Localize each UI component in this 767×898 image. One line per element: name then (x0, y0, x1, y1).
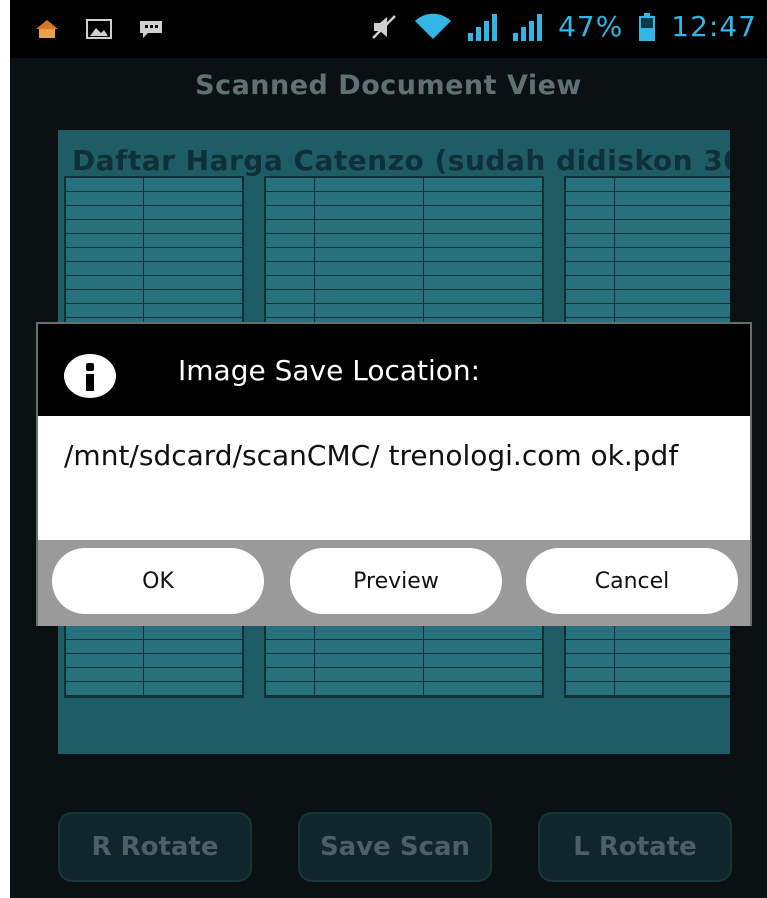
status-right-icons: 47% 12:47 (370, 10, 757, 43)
rotate-left-button[interactable]: L Rotate (538, 812, 732, 882)
dialog-button-bar: OK Preview Cancel (38, 540, 750, 626)
signal-1-icon (468, 13, 498, 41)
info-icon (64, 354, 116, 398)
gallery-icon (86, 19, 112, 39)
battery-icon (639, 12, 656, 41)
cancel-button[interactable]: Cancel (526, 548, 738, 614)
wifi-icon (415, 13, 452, 39)
ok-button[interactable]: OK (52, 548, 264, 614)
dialog-body: /mnt/sdcard/scanCMC/ trenologi.com ok.pd… (38, 416, 750, 540)
bbm-chat-icon (140, 21, 162, 38)
battery-percent: 47% (558, 10, 624, 43)
status-left-icons (34, 18, 164, 40)
dialog-title: Image Save Location: (178, 354, 481, 387)
save-scan-button[interactable]: Save Scan (298, 812, 492, 882)
mute-icon (372, 14, 396, 39)
phone-screen: 47% 12:47 Scanned Document View Daftar H… (10, 0, 767, 898)
page-title: Scanned Document View (195, 70, 582, 101)
signal-2-icon (513, 13, 543, 41)
notification-house-icon (36, 20, 58, 38)
clock: 12:47 (671, 10, 757, 43)
dialog-header: Image Save Location: (38, 324, 750, 416)
scan-heading: Daftar Harga Catenzo (sudah didiskon 30% (72, 144, 730, 177)
status-bar: 47% 12:47 (10, 0, 767, 58)
rotate-right-button[interactable]: R Rotate (58, 812, 252, 882)
save-location-dialog: Image Save Location: /mnt/sdcard/scanCMC… (36, 322, 752, 626)
preview-button[interactable]: Preview (290, 548, 502, 614)
dialog-message: /mnt/sdcard/scanCMC/ trenologi.com ok.pd… (64, 439, 679, 472)
